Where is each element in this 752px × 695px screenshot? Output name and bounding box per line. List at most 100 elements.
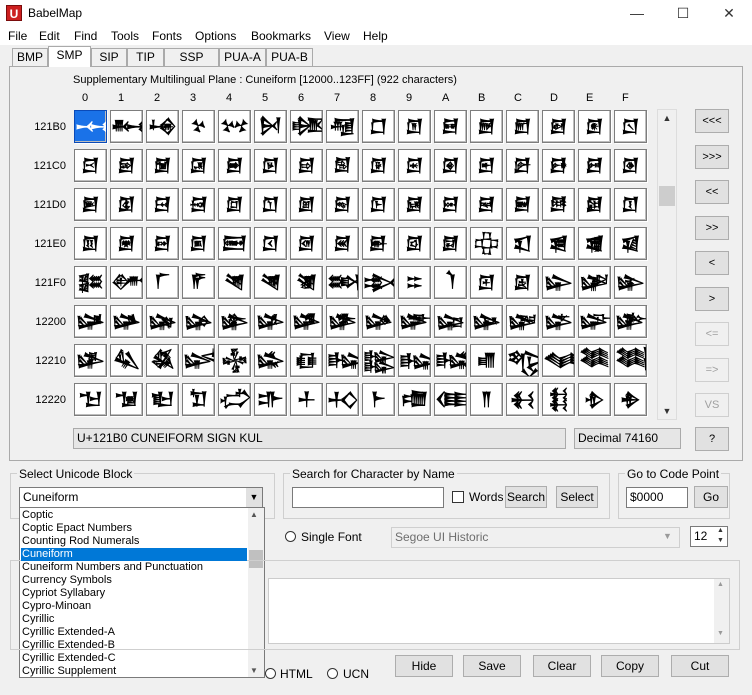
glyph-cell[interactable]: 𒇋 <box>470 149 503 182</box>
cut-button[interactable]: Cut <box>671 655 729 677</box>
close-button[interactable]: ✕ <box>706 0 752 27</box>
output-text-area[interactable] <box>268 578 730 644</box>
glyph-cell[interactable]: 𒇨 <box>362 227 395 260</box>
glyph-cell[interactable]: 𒆷 <box>326 110 359 143</box>
glyph-cell[interactable]: 𒆴 <box>218 110 251 143</box>
glyph-cell[interactable]: 𒇻 <box>470 266 503 299</box>
glyph-cell[interactable]: 𒈗 <box>326 344 359 377</box>
glyph-cell[interactable]: 𒇇 <box>326 149 359 182</box>
first-block-button[interactable]: <<< <box>695 109 729 133</box>
glyph-cell[interactable]: 𒈛 <box>470 344 503 377</box>
glyph-cell[interactable]: 𒇕 <box>254 188 287 221</box>
glyph-cell[interactable]: 𒇪 <box>434 227 467 260</box>
glyph-cell[interactable]: 𒈓 <box>182 344 215 377</box>
glyph-cell[interactable]: 𒇀 <box>74 149 107 182</box>
glyph-cell[interactable]: 𒇏 <box>614 149 647 182</box>
glyph-cell[interactable]: 𒇞 <box>578 188 611 221</box>
copy-button[interactable]: Copy <box>601 655 659 677</box>
glyph-cell[interactable]: 𒇆 <box>290 149 323 182</box>
glyph-cell[interactable]: 𒇴 <box>218 266 251 299</box>
glyph-cell[interactable]: 𒆼 <box>506 110 539 143</box>
dropdown-scroll-down-icon[interactable]: ▼ <box>250 666 258 675</box>
glyph-cell[interactable]: 𒈚 <box>434 344 467 377</box>
glyph-cell[interactable]: 𒈋 <box>470 305 503 338</box>
single-font-radio[interactable] <box>285 531 296 542</box>
glyph-cell[interactable]: 𒈎 <box>578 305 611 338</box>
glyph-cell[interactable]: 𒈜 <box>506 344 539 377</box>
glyph-cell[interactable]: 𒇸 <box>362 266 395 299</box>
glyph-cell[interactable]: 𒈞 <box>578 344 611 377</box>
glyph-cell[interactable]: 𒇂 <box>146 149 179 182</box>
glyph-cell[interactable]: 𒇎 <box>578 149 611 182</box>
html-radio[interactable] <box>265 668 276 679</box>
glyph-cell[interactable]: 𒈣 <box>182 383 215 416</box>
glyph-cell[interactable]: 𒇿 <box>614 266 647 299</box>
output-scroll-down-icon[interactable]: ▼ <box>717 630 724 637</box>
glyph-cell[interactable]: 𒇣 <box>182 227 215 260</box>
menu-view[interactable]: View <box>324 27 350 45</box>
glyph-cell[interactable]: 𒇌 <box>506 149 539 182</box>
dropdown-option[interactable]: Currency Symbols <box>21 574 247 587</box>
dropdown-option[interactable]: Cyrillic Supplement <box>21 665 247 678</box>
glyph-cell[interactable]: 𒇚 <box>434 188 467 221</box>
glyph-cell[interactable]: 𒈪 <box>434 383 467 416</box>
glyph-cell[interactable]: 𒈕 <box>254 344 287 377</box>
glyph-cell[interactable]: 𒈒 <box>146 344 179 377</box>
prev-page-button[interactable]: << <box>695 180 729 204</box>
glyph-cell[interactable]: 𒇩 <box>398 227 431 260</box>
glyph-cell[interactable]: 𒇫 <box>470 227 503 260</box>
glyph-cell[interactable]: 𒇗 <box>326 188 359 221</box>
menu-fonts[interactable]: Fonts <box>152 27 182 45</box>
glyph-cell[interactable]: 𒇮 <box>578 227 611 260</box>
glyph-cell[interactable]: 𒈌 <box>506 305 539 338</box>
glyph-cell[interactable]: 𒇅 <box>254 149 287 182</box>
glyph-cell[interactable]: 𒇘 <box>362 188 395 221</box>
next-char-button[interactable]: => <box>695 358 729 382</box>
glyph-cell[interactable]: 𒆹 <box>398 110 431 143</box>
glyph-cell[interactable]: 𒇈 <box>362 149 395 182</box>
tab-sip[interactable]: SIP <box>91 48 127 66</box>
glyph-cell[interactable]: 𒈆 <box>290 305 323 338</box>
glyph-cell[interactable]: 𒇤 <box>218 227 251 260</box>
glyph-cell[interactable]: 𒈙 <box>398 344 431 377</box>
glyph-cell[interactable]: 𒈤 <box>218 383 251 416</box>
dropdown-option[interactable]: Cyrillic Extended-B <box>21 639 247 652</box>
glyph-cell[interactable]: 𒆱 <box>110 110 143 143</box>
glyph-cell[interactable]: 𒇢 <box>146 227 179 260</box>
next-row-button[interactable]: > <box>695 287 729 311</box>
glyph-cell[interactable]: 𒇺 <box>434 266 467 299</box>
code-point-input[interactable]: $0000 <box>626 487 688 508</box>
chevron-down-icon[interactable]: ▼ <box>246 488 262 507</box>
glyph-cell[interactable]: 𒈐 <box>74 344 107 377</box>
glyph-cell[interactable]: 𒈟 <box>614 344 647 377</box>
glyph-cell[interactable]: 𒈝 <box>542 344 575 377</box>
glyph-cell[interactable]: 𒈅 <box>254 305 287 338</box>
glyph-cell[interactable]: 𒇊 <box>434 149 467 182</box>
glyph-cell[interactable]: 𒈂 <box>146 305 179 338</box>
glyph-cell[interactable]: 𒇵 <box>254 266 287 299</box>
dropdown-option[interactable]: Counting Rod Numerals <box>21 535 247 548</box>
glyph-cell[interactable]: 𒈠 <box>74 383 107 416</box>
glyph-cell[interactable]: 𒇬 <box>506 227 539 260</box>
glyph-cell[interactable]: 𒇠 <box>74 227 107 260</box>
menu-help[interactable]: Help <box>363 27 388 45</box>
glyph-cell[interactable]: 𒇓 <box>182 188 215 221</box>
glyph-cell[interactable]: 𒈊 <box>434 305 467 338</box>
glyph-cell[interactable]: 𒈁 <box>110 305 143 338</box>
menu-options[interactable]: Options <box>195 27 236 45</box>
tab-ssp[interactable]: SSP <box>164 48 219 66</box>
dropdown-option[interactable]: Cyrillic <box>21 613 247 626</box>
glyph-cell[interactable]: 𒈭 <box>542 383 575 416</box>
glyph-cell[interactable]: 𒇒 <box>146 188 179 221</box>
grid-scrollbar[interactable] <box>657 109 677 420</box>
menu-edit[interactable]: Edit <box>39 27 60 45</box>
font-chevron-down-icon[interactable]: ▼ <box>663 531 672 541</box>
help-button[interactable]: ? <box>695 427 729 451</box>
glyph-cell[interactable]: 𒈄 <box>218 305 251 338</box>
search-input[interactable] <box>292 487 444 508</box>
maximize-button[interactable]: ☐ <box>660 0 706 27</box>
glyph-cell[interactable]: 𒈢 <box>146 383 179 416</box>
glyph-cell[interactable]: 𒈡 <box>110 383 143 416</box>
glyph-cell[interactable]: 𒇾 <box>578 266 611 299</box>
save-button[interactable]: Save <box>463 655 521 677</box>
